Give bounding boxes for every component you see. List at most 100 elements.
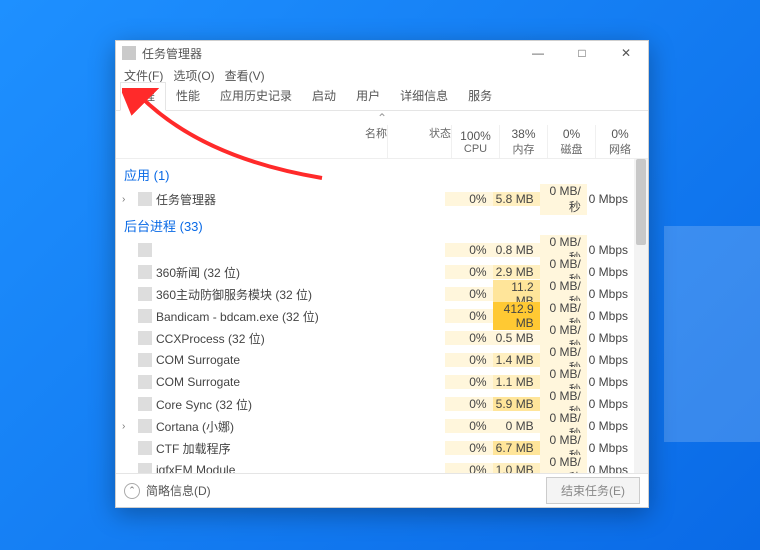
end-task-button[interactable]: 结束任务(E)	[546, 477, 640, 504]
process-list: 应用 (1)›任务管理器0%5.8 MB0 MB/秒0 Mbps后台进程 (33…	[116, 159, 648, 473]
network-value: 0 Mbps	[587, 192, 634, 206]
process-icon	[138, 463, 152, 473]
process-icon	[138, 265, 152, 279]
cpu-value: 0%	[445, 265, 492, 279]
maximize-button[interactable]: □	[560, 41, 604, 65]
process-icon	[138, 419, 152, 433]
tab-app-history[interactable]: 应用历史记录	[210, 83, 302, 110]
cpu-value: 0%	[445, 463, 492, 473]
minimize-button[interactable]: —	[516, 41, 560, 65]
titlebar[interactable]: 任务管理器 — □ ✕	[116, 41, 648, 65]
menu-options[interactable]: 选项(O)	[171, 67, 216, 84]
close-button[interactable]: ✕	[604, 41, 648, 65]
memory-value: 412.9 MB	[493, 302, 540, 330]
mem-label: 内存	[513, 141, 535, 157]
col-disk[interactable]: 0% 磁盘	[548, 125, 596, 158]
process-name: CCXProcess (32 位)	[156, 330, 265, 347]
process-row[interactable]: igfxEM Module0%1.0 MB0 MB/秒0 Mbps	[116, 459, 634, 473]
app-icon	[122, 46, 136, 60]
scrollbar-thumb[interactable]	[636, 159, 646, 245]
process-name: CTF 加载程序	[156, 440, 231, 457]
network-value: 0 Mbps	[587, 309, 634, 323]
process-name: 360新闻 (32 位)	[156, 264, 240, 281]
network-value: 0 Mbps	[587, 331, 634, 345]
menu-file[interactable]: 文件(F)	[122, 67, 165, 84]
process-icon	[138, 192, 152, 206]
col-network[interactable]: 0% 网络	[596, 125, 644, 158]
memory-value: 0.8 MB	[493, 243, 540, 257]
cpu-value: 0%	[445, 375, 492, 389]
network-value: 0 Mbps	[587, 419, 634, 433]
col-name[interactable]: 名称	[116, 125, 388, 158]
process-name: igfxEM Module	[156, 463, 235, 473]
net-percent: 0%	[611, 127, 628, 141]
network-value: 0 Mbps	[587, 353, 634, 367]
process-name: COM Surrogate	[156, 375, 240, 389]
cpu-value: 0%	[445, 243, 492, 257]
expand-icon[interactable]: ›	[122, 421, 134, 432]
memory-value: 1.4 MB	[493, 353, 540, 367]
col-memory[interactable]: 38% 内存	[500, 125, 548, 158]
menubar: 文件(F) 选项(O) 查看(V)	[116, 65, 648, 85]
process-icon	[138, 397, 152, 411]
caret-icon: ⌃	[116, 111, 648, 125]
expand-icon[interactable]: ›	[122, 194, 134, 205]
memory-value: 1.1 MB	[493, 375, 540, 389]
process-icon	[138, 309, 152, 323]
process-icon	[138, 243, 152, 257]
process-name: Cortana (小娜)	[156, 418, 234, 435]
col-status[interactable]: 状态	[388, 125, 452, 158]
chevron-up-icon[interactable]: ⌃	[124, 483, 140, 499]
tab-details[interactable]: 详细信息	[390, 83, 458, 110]
network-value: 0 Mbps	[587, 463, 634, 473]
network-value: 0 Mbps	[587, 287, 634, 301]
disk-value: 0 MB/秒	[540, 184, 587, 215]
disk-percent: 0%	[563, 127, 580, 141]
task-manager-window: 任务管理器 — □ ✕ 文件(F) 选项(O) 查看(V) 进程 性能 应用历史…	[115, 40, 649, 508]
tab-services[interactable]: 服务	[458, 83, 502, 110]
memory-value: 5.8 MB	[493, 192, 540, 206]
tab-startup[interactable]: 启动	[302, 83, 346, 110]
network-value: 0 Mbps	[587, 375, 634, 389]
tabstrip: 进程 性能 应用历史记录 启动 用户 详细信息 服务	[116, 85, 648, 111]
col-cpu[interactable]: 100% CPU	[452, 125, 500, 158]
desktop-light-block	[664, 226, 760, 442]
disk-label: 磁盘	[561, 141, 583, 157]
disk-value: 0 MB/秒	[540, 455, 587, 474]
process-icon	[138, 441, 152, 455]
memory-value: 5.9 MB	[493, 397, 540, 411]
process-name: Bandicam - bdcam.exe (32 位)	[156, 308, 319, 325]
mem-percent: 38%	[511, 127, 535, 141]
process-name: Core Sync (32 位)	[156, 396, 252, 413]
network-value: 0 Mbps	[587, 441, 634, 455]
cpu-value: 0%	[445, 331, 492, 345]
cpu-label: CPU	[464, 143, 487, 155]
network-value: 0 Mbps	[587, 243, 634, 257]
cpu-percent: 100%	[460, 129, 491, 143]
cpu-value: 0%	[445, 353, 492, 367]
process-name: 任务管理器	[156, 191, 216, 208]
tab-processes[interactable]: 进程	[120, 82, 166, 111]
memory-value: 2.9 MB	[493, 265, 540, 279]
cpu-value: 0%	[445, 419, 492, 433]
process-icon	[138, 353, 152, 367]
cpu-value: 0%	[445, 192, 492, 206]
footer: ⌃ 简略信息(D) 结束任务(E)	[116, 473, 648, 507]
memory-value: 0 MB	[493, 419, 540, 433]
menu-view[interactable]: 查看(V)	[223, 67, 267, 84]
cpu-value: 0%	[445, 309, 492, 323]
process-icon	[138, 375, 152, 389]
fewer-details-link[interactable]: 简略信息(D)	[146, 482, 211, 499]
process-row[interactable]: ›任务管理器0%5.8 MB0 MB/秒0 Mbps	[116, 188, 634, 210]
tab-users[interactable]: 用户	[346, 83, 390, 110]
tab-performance[interactable]: 性能	[166, 83, 210, 110]
cpu-value: 0%	[445, 441, 492, 455]
network-value: 0 Mbps	[587, 265, 634, 279]
memory-value: 1.0 MB	[493, 463, 540, 473]
process-name: 360主动防御服务模块 (32 位)	[156, 286, 312, 303]
memory-value: 0.5 MB	[493, 331, 540, 345]
scrollbar[interactable]	[634, 159, 648, 473]
process-name: COM Surrogate	[156, 353, 240, 367]
cpu-value: 0%	[445, 287, 492, 301]
column-headers: 名称 状态 100% CPU 38% 内存 0% 磁盘 0% 网络	[116, 125, 648, 159]
